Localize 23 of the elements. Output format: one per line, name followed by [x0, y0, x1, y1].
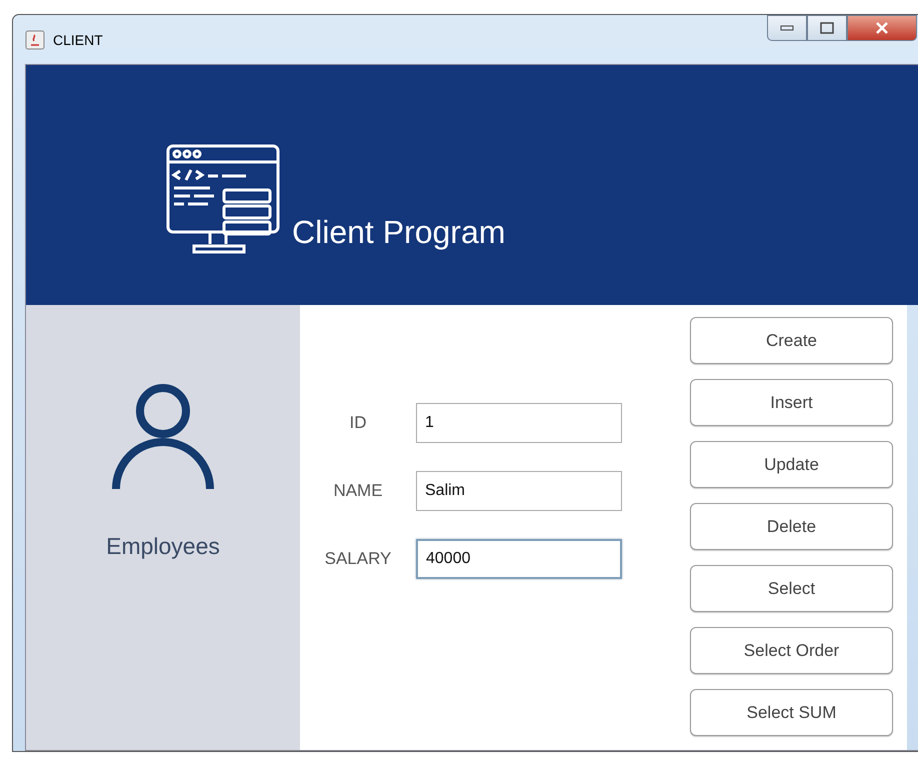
app-icon [25, 30, 45, 50]
window-title: CLIENT [53, 32, 103, 48]
action-button[interactable]: Select Order [690, 627, 893, 674]
close-button[interactable] [847, 15, 917, 41]
field-label: NAME [332, 481, 384, 501]
field-label: SALARY [324, 549, 392, 569]
app-title: Client Program [292, 214, 506, 252]
input-field[interactable]: 1 [416, 403, 622, 443]
action-button[interactable]: Select SUM [690, 689, 893, 736]
maximize-icon [820, 22, 834, 34]
close-icon [875, 22, 889, 34]
maximize-button[interactable] [807, 15, 847, 41]
sidebar-label: Employees [106, 533, 220, 560]
action-button[interactable]: Create [690, 317, 893, 364]
field-label: ID [348, 413, 368, 433]
action-button[interactable]: Update [690, 441, 893, 488]
input-field[interactable]: 40000 [416, 539, 622, 579]
action-button[interactable]: Select [690, 565, 893, 612]
action-button[interactable]: Delete [690, 503, 893, 550]
action-button[interactable]: Insert [690, 379, 893, 426]
input-field[interactable]: Salim [416, 471, 622, 511]
minimize-icon [780, 24, 794, 32]
minimize-button[interactable] [767, 15, 807, 41]
